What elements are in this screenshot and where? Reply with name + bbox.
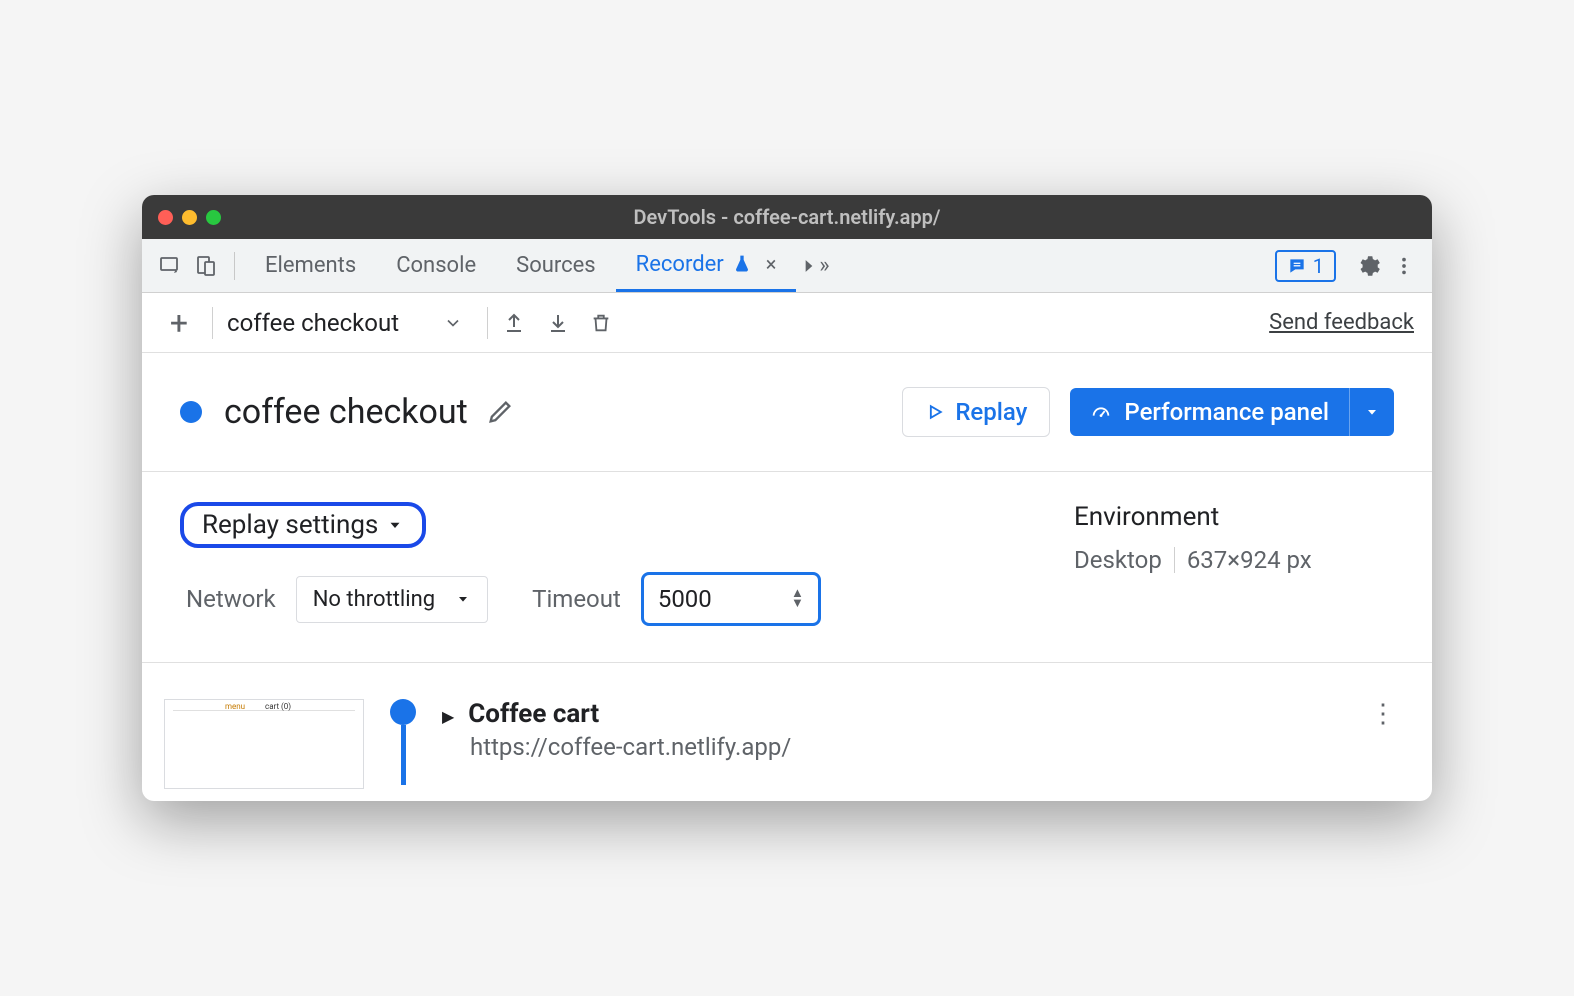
issues-badge[interactable]: 1	[1275, 250, 1336, 282]
tab-sources[interactable]: Sources	[496, 239, 616, 292]
send-feedback-link[interactable]: Send feedback	[1269, 310, 1414, 335]
tab-console[interactable]: Console	[376, 239, 496, 292]
network-throttling-select[interactable]: No throttling	[296, 576, 488, 623]
divider	[487, 307, 488, 339]
devtools-window: DevTools - coffee-cart.netlify.app/ Elem…	[142, 195, 1432, 801]
recording-selector[interactable]: coffee checkout	[227, 309, 399, 337]
flask-icon	[732, 254, 752, 274]
more-tabs-icon[interactable]: »	[796, 248, 832, 284]
performance-panel-button[interactable]: Performance panel	[1070, 388, 1349, 436]
timeline-dot-icon	[390, 699, 416, 725]
window-title: DevTools - coffee-cart.netlify.app/	[142, 205, 1432, 229]
titlebar: DevTools - coffee-cart.netlify.app/	[142, 195, 1432, 239]
timeline	[390, 699, 416, 785]
maximize-window-button[interactable]	[206, 210, 221, 225]
tab-elements[interactable]: Elements	[245, 239, 376, 292]
environment-device: Desktop	[1074, 546, 1162, 574]
step-url: https://coffee-cart.netlify.app/	[470, 733, 791, 761]
step-content[interactable]: ▶ Coffee cart https://coffee-cart.netlif…	[442, 699, 791, 761]
play-icon	[925, 402, 945, 422]
inspect-element-icon[interactable]	[152, 248, 188, 284]
tab-recorder-label: Recorder	[636, 252, 724, 277]
message-icon	[1287, 256, 1307, 276]
timeout-value: 5000	[658, 585, 712, 613]
issues-count: 1	[1313, 254, 1324, 278]
tab-recorder[interactable]: Recorder ×	[616, 239, 797, 292]
panel-tabbar: Elements Console Sources Recorder × » 1	[142, 239, 1432, 293]
kebab-menu-icon[interactable]	[1386, 248, 1422, 284]
divider	[1174, 547, 1175, 573]
export-icon[interactable]	[502, 311, 546, 335]
delete-icon[interactable]	[590, 312, 634, 334]
network-label: Network	[186, 585, 276, 613]
stepper-icon[interactable]: ▲▼	[791, 589, 804, 609]
caret-down-icon	[455, 591, 471, 607]
new-recording-button[interactable]: +	[160, 304, 198, 342]
recording-header: coffee checkout Replay Performance panel	[142, 353, 1432, 472]
step-thumbnail[interactable]: menucart (0)	[164, 699, 364, 789]
step-row: menucart (0) ▶ Coffee cart https://coffe…	[142, 663, 1432, 801]
environment-viewport: 637×924 px	[1187, 546, 1312, 574]
caret-down-icon	[1364, 404, 1380, 420]
gauge-icon	[1090, 401, 1112, 423]
minimize-window-button[interactable]	[182, 210, 197, 225]
window-controls	[158, 210, 221, 225]
step-title: Coffee cart	[468, 699, 599, 729]
replay-button-label: Replay	[955, 398, 1027, 426]
network-throttling-value: No throttling	[313, 587, 435, 612]
status-dot-icon	[180, 401, 202, 423]
import-icon[interactable]	[546, 311, 590, 335]
recording-title: coffee checkout	[224, 392, 468, 432]
performance-panel-label: Performance panel	[1124, 398, 1329, 426]
expand-triangle-icon[interactable]: ▶	[442, 707, 454, 726]
caret-down-icon	[386, 516, 404, 534]
chevron-down-icon[interactable]	[443, 313, 463, 333]
performance-panel-dropdown[interactable]	[1349, 388, 1394, 436]
edit-title-icon[interactable]	[486, 398, 514, 426]
settings-section: Replay settings Network No throttling Ti…	[142, 472, 1432, 663]
recording-selector-label: coffee checkout	[227, 309, 399, 337]
timeout-input[interactable]: 5000 ▲▼	[641, 572, 821, 626]
timeout-label: Timeout	[532, 585, 621, 613]
device-toggle-icon[interactable]	[188, 248, 224, 284]
environment-block: Environment Desktop 637×924 px	[1074, 502, 1394, 626]
close-window-button[interactable]	[158, 210, 173, 225]
step-kebab-menu[interactable]: ⋮	[1370, 699, 1410, 729]
environment-title: Environment	[1074, 502, 1394, 532]
divider	[212, 307, 213, 339]
replay-settings-toggle[interactable]: Replay settings	[180, 502, 426, 548]
divider	[234, 252, 235, 280]
recorder-toolbar: + coffee checkout Send feedback	[142, 293, 1432, 353]
replay-button[interactable]: Replay	[902, 387, 1050, 437]
close-tab-icon[interactable]: ×	[766, 252, 777, 276]
replay-settings-label: Replay settings	[202, 510, 378, 540]
timeline-line	[401, 725, 406, 785]
settings-gear-icon[interactable]	[1350, 248, 1386, 284]
